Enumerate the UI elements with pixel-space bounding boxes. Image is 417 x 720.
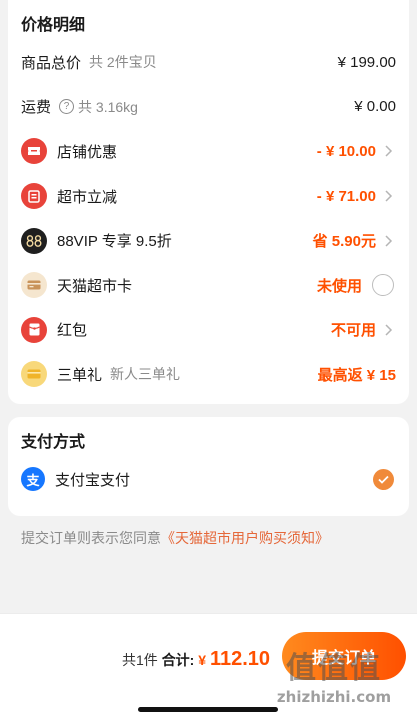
agreement-prefix: 提交订单则表示您同意 <box>21 530 161 546</box>
supermarket-discount-row[interactable]: 超市立减 - ¥ 71.00 <box>21 174 396 219</box>
watermark-logo: 值值值 <box>286 651 382 686</box>
vip-discount-value: 省 5.90元 <box>312 233 376 251</box>
three-order-gift-sub: 新人三单礼 <box>110 366 181 383</box>
red-packet-status: 不可用 <box>330 322 376 340</box>
supermarket-discount-icon <box>21 183 47 210</box>
chevron-right-icon <box>382 144 396 158</box>
red-packet-icon <box>21 316 47 343</box>
check-icon[interactable] <box>373 468 394 490</box>
item-count: 共1件 <box>122 652 158 668</box>
alipay-option[interactable]: 支 支付宝支付 <box>21 457 396 501</box>
goods-count: 共 2件宝贝 <box>89 54 157 71</box>
agreement-text: 提交订单则表示您同意《天猫超市用户购买须知》 <box>21 528 396 548</box>
vip-discount-label: 88VIP 专享 9.5折 <box>57 233 172 251</box>
red-packet-row[interactable]: 红包 不可用 <box>21 308 396 353</box>
alipay-label: 支付宝支付 <box>55 471 131 489</box>
store-discount-value: - ¥ 10.00 <box>316 142 376 160</box>
chevron-right-icon <box>382 323 396 337</box>
coupon-icon <box>21 138 47 165</box>
store-discount-row[interactable]: 店铺优惠 - ¥ 10.00 <box>21 129 396 174</box>
price-detail-card: 价格明细 商品总价 共 2件宝贝 ¥ 199.00 运费 ? 共 3.16kg … <box>8 0 409 404</box>
three-order-gift-label: 三单礼 <box>57 366 103 384</box>
chevron-right-icon <box>382 189 396 203</box>
supermarket-discount-label: 超市立减 <box>57 188 118 206</box>
shipping-label: 运费 <box>21 99 52 117</box>
tmall-card-status: 未使用 <box>316 277 362 295</box>
order-total: 共1件 合计: ¥ 112.10 <box>122 648 270 671</box>
price-detail-title: 价格明细 <box>21 17 86 34</box>
shipping-value: ¥ 0.00 <box>354 98 396 116</box>
help-icon[interactable]: ? <box>59 99 75 115</box>
tmall-card-row[interactable]: 天猫超市卡 未使用 <box>21 263 396 308</box>
three-order-gift-value: 最高返 ¥ 15 <box>317 366 396 384</box>
store-discount-label: 店铺优惠 <box>57 143 118 161</box>
vip-discount-row[interactable]: 88VIP 专享 9.5折 省 5.90元 <box>21 218 396 263</box>
watermark-url: zhizhizhi.com <box>276 688 392 706</box>
red-packet-label: 红包 <box>57 322 88 340</box>
shipping-weight: 共 3.16kg <box>78 98 138 115</box>
three-order-gift-row[interactable]: 三单礼 新人三单礼 最高返 ¥ 15 <box>21 352 396 397</box>
home-indicator <box>138 707 278 712</box>
gift-card-icon <box>21 272 47 299</box>
goods-total-label: 商品总价 <box>21 54 82 72</box>
gift-card-icon <box>21 361 47 388</box>
agreement-link[interactable]: 《天猫超市用户购买须知》 <box>161 530 329 546</box>
tmall-card-radio[interactable] <box>372 274 394 297</box>
watermark: 值值值 zhizhizhi.com <box>259 651 409 707</box>
supermarket-discount-value: - ¥ 71.00 <box>316 187 376 205</box>
alipay-icon: 支 <box>21 467 45 491</box>
total-label: 合计: <box>161 652 195 668</box>
chevron-right-icon <box>382 234 396 248</box>
tmall-card-label: 天猫超市卡 <box>57 277 133 295</box>
currency-symbol: ¥ <box>198 652 207 668</box>
vip-88-icon <box>21 227 47 254</box>
shipping-row: 运费 ? 共 3.16kg ¥ 0.00 <box>21 85 396 130</box>
goods-total-row: 商品总价 共 2件宝贝 ¥ 199.00 <box>21 40 396 85</box>
payment-title: 支付方式 <box>21 434 86 451</box>
payment-card: 支付方式 支 支付宝支付 <box>8 417 409 516</box>
goods-total-value: ¥ 199.00 <box>337 53 396 71</box>
